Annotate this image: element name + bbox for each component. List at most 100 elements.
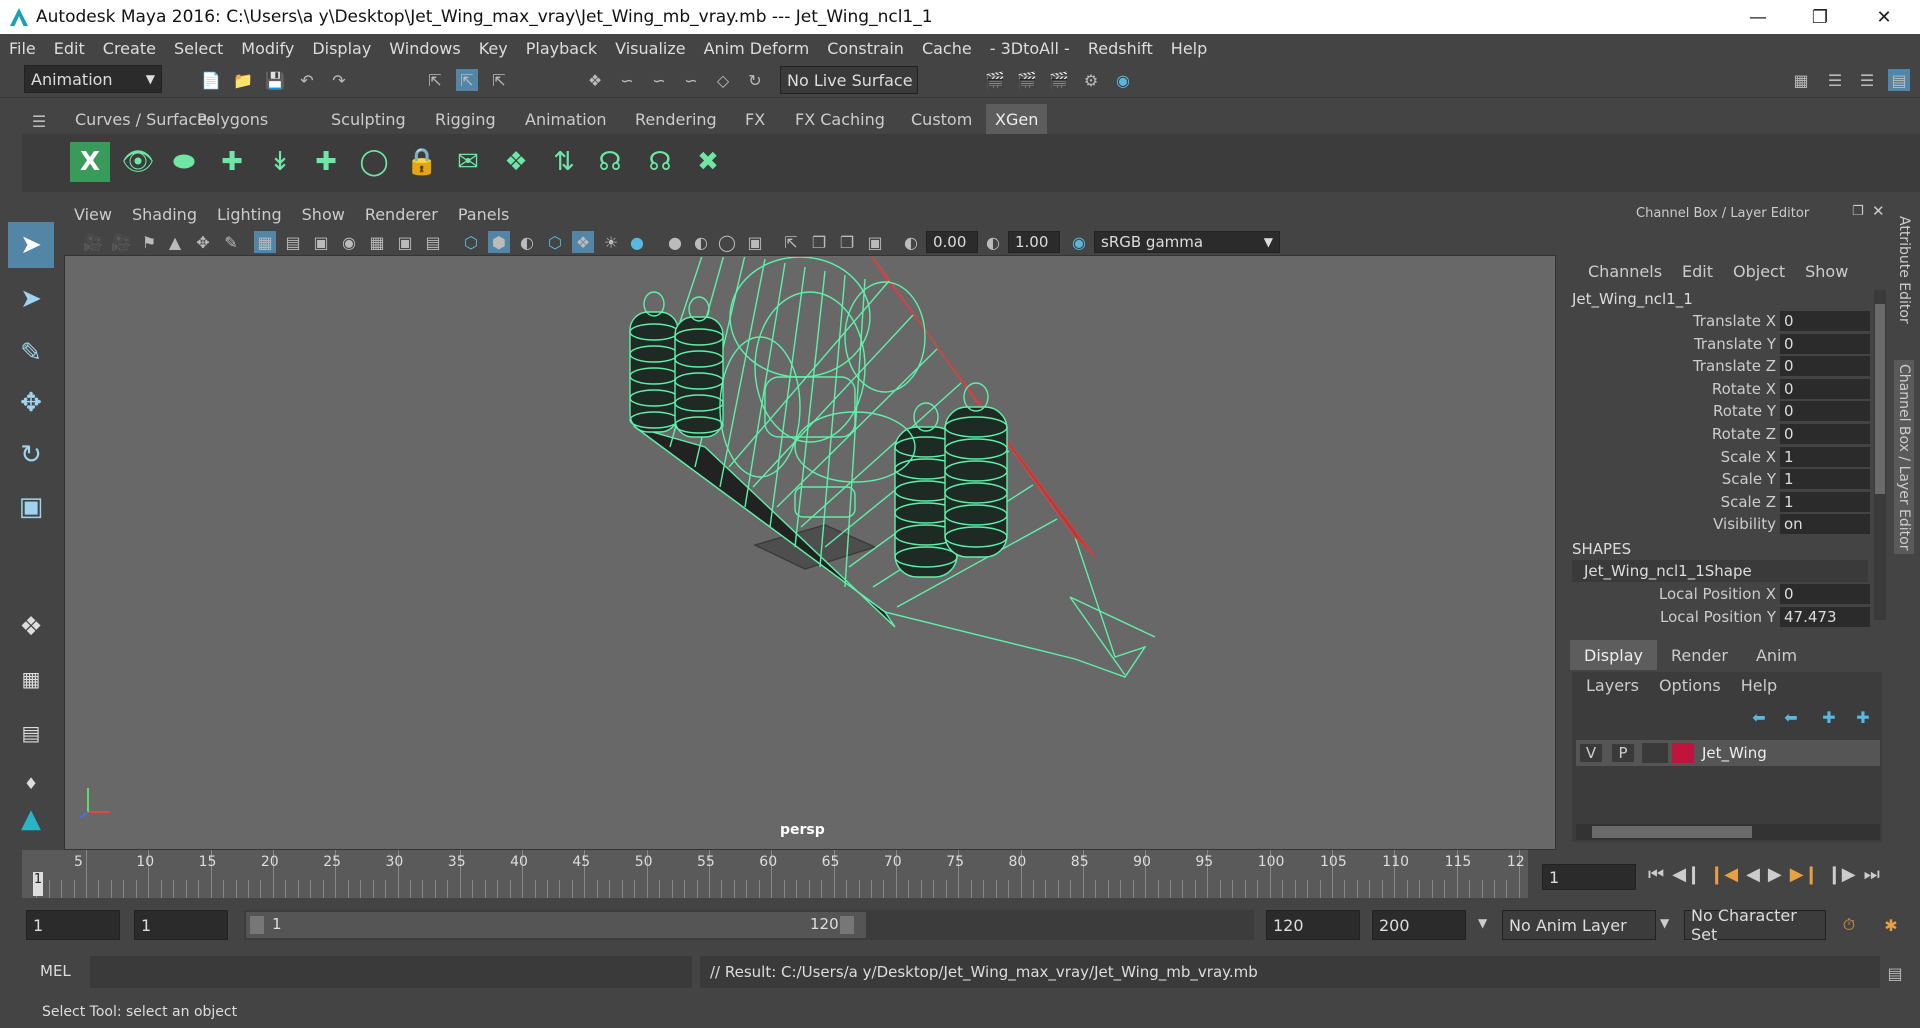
lasso-tool-icon[interactable]: ➤ [8, 276, 54, 322]
snap-view-plane-icon[interactable]: ◇ [712, 69, 734, 91]
menu-cache[interactable]: Cache [913, 39, 981, 58]
layer-type-toggle[interactable] [1642, 743, 1668, 763]
gamma-icon[interactable]: ◐ [982, 231, 1004, 253]
close-icon[interactable]: ✕ [1858, 0, 1910, 34]
channel-menu-object[interactable]: Object [1723, 262, 1795, 281]
shape-attribute-row[interactable]: Local Position Y 47.473 [1566, 606, 1870, 628]
menu-file[interactable]: File [0, 39, 45, 58]
step-back-icon[interactable]: ◀❙ [1672, 864, 1701, 885]
layer-menu-layers[interactable]: Layers [1576, 676, 1649, 695]
maya-home-icon[interactable]: ▲ [8, 796, 54, 842]
layer-tab-anim[interactable]: Anim [1742, 640, 1811, 670]
pan-zoom-icon[interactable]: ✥ [192, 231, 214, 253]
chevron-down-icon[interactable]: ▼ [1660, 916, 1669, 930]
film-gate-icon[interactable]: ▤ [282, 231, 304, 253]
x-ray-icon[interactable]: ❖ [572, 231, 594, 253]
menu-help[interactable]: Help [1162, 39, 1216, 58]
layer-color-swatch[interactable] [1672, 743, 1694, 763]
animation-end-field[interactable]: 200 [1372, 910, 1466, 940]
layer-menu-options[interactable]: Options [1649, 676, 1731, 695]
channel-attribute-row[interactable]: Translate X0 [1566, 310, 1870, 332]
go-to-end-icon[interactable]: ⏭ [1864, 864, 1880, 885]
frame-all-icon[interactable]: ▣ [864, 231, 886, 253]
xgen-sculpt-guide-icon[interactable]: ✚ [306, 142, 346, 182]
viewport-menu-panels[interactable]: Panels [448, 205, 520, 224]
xgen-bend-guide-icon[interactable]: ✉ [448, 142, 488, 182]
xgen-normalize-icon[interactable]: ☊ [640, 142, 680, 182]
motion-blur-icon[interactable]: ◐ [690, 231, 712, 253]
attribute-editor-toggle-icon[interactable]: ☰ [1824, 69, 1846, 91]
wireframe-on-shaded-icon[interactable]: ⬡ [544, 231, 566, 253]
snap-projected-icon[interactable]: ∽ [680, 69, 702, 91]
chevron-down-icon[interactable]: ▼ [1478, 916, 1487, 930]
shelf-tab-xgen[interactable]: XGen [986, 104, 1048, 134]
channel-scrollbar[interactable] [1874, 290, 1886, 620]
xgen-place-guide-icon[interactable]: ↡ [260, 142, 300, 182]
wireframe-icon[interactable]: ⬡ [460, 231, 482, 253]
menu-constrain[interactable]: Constrain [818, 39, 913, 58]
camera-select-icon[interactable]: 🎥 [82, 231, 104, 253]
save-scene-icon[interactable]: 💾 [264, 69, 286, 91]
safe-action-icon[interactable]: ▣ [394, 231, 416, 253]
ambient-occlusion-icon[interactable]: ● [664, 231, 686, 253]
channel-box-side-tab[interactable]: Channel Box / Layer Editor [1894, 360, 1914, 555]
shelf-tab-animation[interactable]: Animation [516, 104, 616, 134]
xray-joints-icon[interactable]: ❐ [808, 231, 830, 253]
shelf-tab-fx-caching[interactable]: FX Caching [786, 104, 894, 134]
anti-aliasing-icon[interactable]: ◯ [716, 231, 738, 253]
range-slider-track[interactable]: 1 120 [244, 910, 1254, 940]
menu-visualize[interactable]: Visualize [606, 39, 694, 58]
xgen-select-guide-icon[interactable]: ☊ [590, 142, 630, 182]
live-surface-field[interactable]: No Live Surface [780, 66, 918, 94]
new-layer-selected-icon[interactable]: ✚ [1852, 706, 1874, 728]
play-backwards-icon[interactable]: ◀ [1746, 864, 1760, 885]
channel-attribute-row[interactable]: Scale X1 [1566, 446, 1870, 468]
render-frame-icon[interactable]: 🎬 [984, 69, 1006, 91]
smooth-shade-icon[interactable]: ⬢ [488, 231, 510, 253]
viewport-menu-renderer[interactable]: Renderer [355, 205, 448, 224]
tool-settings-toggle-icon[interactable]: ☰ [1856, 69, 1878, 91]
layer-tab-render[interactable]: Render [1657, 640, 1742, 670]
range-handle-end[interactable] [840, 916, 854, 934]
isolate-select-icon[interactable]: ⇱ [780, 231, 802, 253]
channel-attribute-row[interactable]: Rotate X0 [1566, 378, 1870, 400]
menu-select[interactable]: Select [165, 39, 232, 58]
ipr-render-icon[interactable]: 🎬 [1048, 69, 1070, 91]
auto-key-icon[interactable]: ⏱ [1838, 914, 1860, 936]
channel-attribute-row[interactable]: Translate Z0 [1566, 355, 1870, 377]
channel-attribute-row[interactable]: Visibility on [1566, 513, 1870, 535]
channel-attribute-value-field[interactable]: 0 [1780, 333, 1870, 354]
render-sequence-icon[interactable]: 🎬 [1016, 69, 1038, 91]
viewport-menu-lighting[interactable]: Lighting [207, 205, 292, 224]
select-tool-icon[interactable]: ➤ [8, 222, 54, 268]
script-editor-icon[interactable]: ▤ [1884, 962, 1906, 984]
move-tool-icon[interactable]: ✥ [8, 380, 54, 426]
viewport-menu-view[interactable]: View [64, 205, 122, 224]
character-set-field[interactable]: No Character Set [1684, 906, 1826, 944]
shelf-menu-icon[interactable]: ☰ [28, 110, 50, 132]
script-language-label[interactable]: MEL [40, 962, 71, 980]
shelf-tab-rendering[interactable]: Rendering [626, 104, 726, 134]
menu-anim-deform[interactable]: Anim Deform [695, 39, 819, 58]
channel-attribute-value-field[interactable]: 0 [1780, 311, 1870, 331]
safe-title-icon[interactable]: ▤ [422, 231, 444, 253]
xgen-scale-guide-icon[interactable]: ⇅ [544, 142, 584, 182]
channel-menu-show[interactable]: Show [1795, 262, 1858, 281]
shelf-tab-polygons[interactable]: Polygons [188, 104, 277, 134]
select-component-icon[interactable]: ⇱ [488, 69, 510, 91]
menu-redshift[interactable]: Redshift [1079, 39, 1162, 58]
image-plane-icon[interactable]: ▲ [164, 231, 186, 253]
animation-preferences-icon[interactable]: ✱ [1880, 914, 1902, 936]
make-live-icon[interactable]: ↻ [744, 69, 766, 91]
layer-tab-display[interactable]: Display [1570, 640, 1657, 670]
render-settings-icon[interactable]: ⚙ [1080, 69, 1102, 91]
shelf-tab-sculpting[interactable]: Sculpting [322, 104, 415, 134]
layer-visibility-toggle[interactable]: V [1580, 744, 1602, 762]
shape-node-name[interactable]: Jet_Wing_ncl1_1Shape [1572, 560, 1868, 582]
modeling-toolkit-icon[interactable]: ▦ [1790, 69, 1812, 91]
color-management-icon[interactable]: ◉ [1068, 231, 1090, 253]
shape-attribute-value-field[interactable]: 47.473 [1780, 606, 1870, 627]
four-view-layout-icon[interactable]: ▦ [8, 656, 54, 702]
layer-playback-toggle[interactable]: P [1612, 744, 1634, 762]
layer-hscrollbar[interactable] [1576, 824, 1880, 840]
